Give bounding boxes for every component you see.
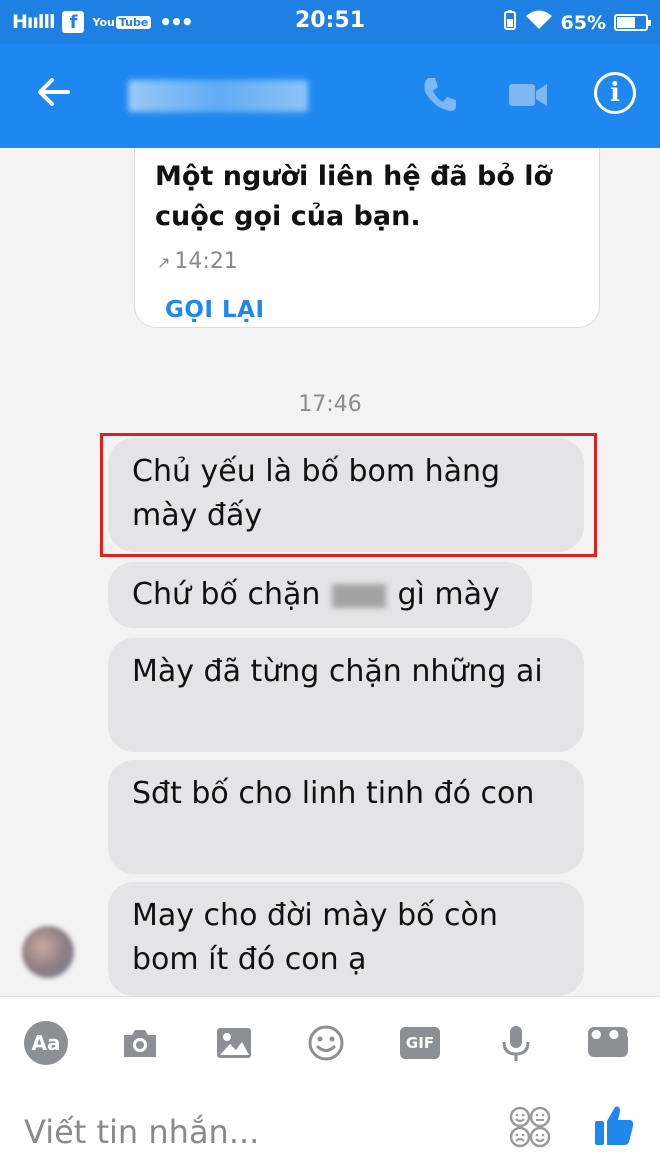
conversation-view[interactable]: Một người liên hệ đã bỏ lỡ cuộc gọi của … — [0, 148, 660, 996]
status-bar: Hıılll f You Tube ••• 20:51 65% — [0, 0, 660, 44]
message-input[interactable] — [24, 1107, 464, 1157]
message-bubble[interactable]: May cho đời mày bố còn bom ít đó con ạ — [108, 882, 584, 996]
battery-percent: 65% — [560, 11, 606, 34]
sender-avatar[interactable] — [22, 926, 74, 978]
missed-call-card: Một người liên hệ đã bỏ lỡ cuộc gọi của … — [134, 148, 600, 328]
message-bubble[interactable]: Chứ bố chặn gì mày — [108, 562, 532, 628]
battery-saver-icon — [503, 9, 517, 36]
missed-call-time-row: ↗ 14:21 — [157, 249, 238, 274]
camera-icon[interactable] — [120, 1023, 160, 1063]
outgoing-arrow-icon: ↗ — [157, 253, 171, 272]
back-arrow-icon[interactable] — [34, 72, 74, 112]
message-bubble[interactable]: Sđt bố cho linh tinh đó con — [108, 760, 584, 874]
highlight-annotation-box — [100, 433, 597, 557]
wifi-icon — [525, 9, 553, 36]
info-icon[interactable]: i — [594, 72, 636, 114]
emoji-icon[interactable] — [306, 1023, 346, 1063]
chat-header: i — [0, 44, 660, 148]
thumbs-up-icon[interactable] — [592, 1101, 636, 1149]
message-composer: Aa GIF ••• — [0, 996, 660, 1173]
composer-toolbar: Aa GIF ••• — [0, 997, 660, 1087]
phone-icon[interactable] — [418, 72, 462, 116]
microphone-icon[interactable] — [496, 1023, 536, 1063]
status-right: 65% — [503, 9, 651, 36]
sticker-icon[interactable] — [508, 1105, 552, 1149]
redacted-word — [331, 583, 386, 608]
message-text-before: Chứ bố chặn — [132, 577, 321, 612]
battery-icon — [614, 14, 651, 31]
message-text-after: gì mày — [397, 577, 500, 612]
text-style-button[interactable]: Aa — [24, 1021, 68, 1065]
missed-call-time: 14:21 — [174, 249, 238, 274]
missed-call-message: Một người liên hệ đã bỏ lỡ cuộc gọi của … — [155, 161, 553, 232]
gif-button[interactable]: GIF — [400, 1027, 440, 1059]
image-icon[interactable] — [214, 1023, 254, 1063]
message-timestamp: 17:46 — [298, 392, 362, 417]
video-camera-icon[interactable] — [506, 72, 550, 116]
message-bubble[interactable]: Mày đã từng chặn những ai — [108, 638, 584, 752]
contact-name-blurred[interactable] — [128, 80, 308, 112]
call-back-button[interactable]: GỌI LẠI — [165, 297, 265, 323]
more-icon[interactable]: ••• — [588, 1023, 640, 1057]
